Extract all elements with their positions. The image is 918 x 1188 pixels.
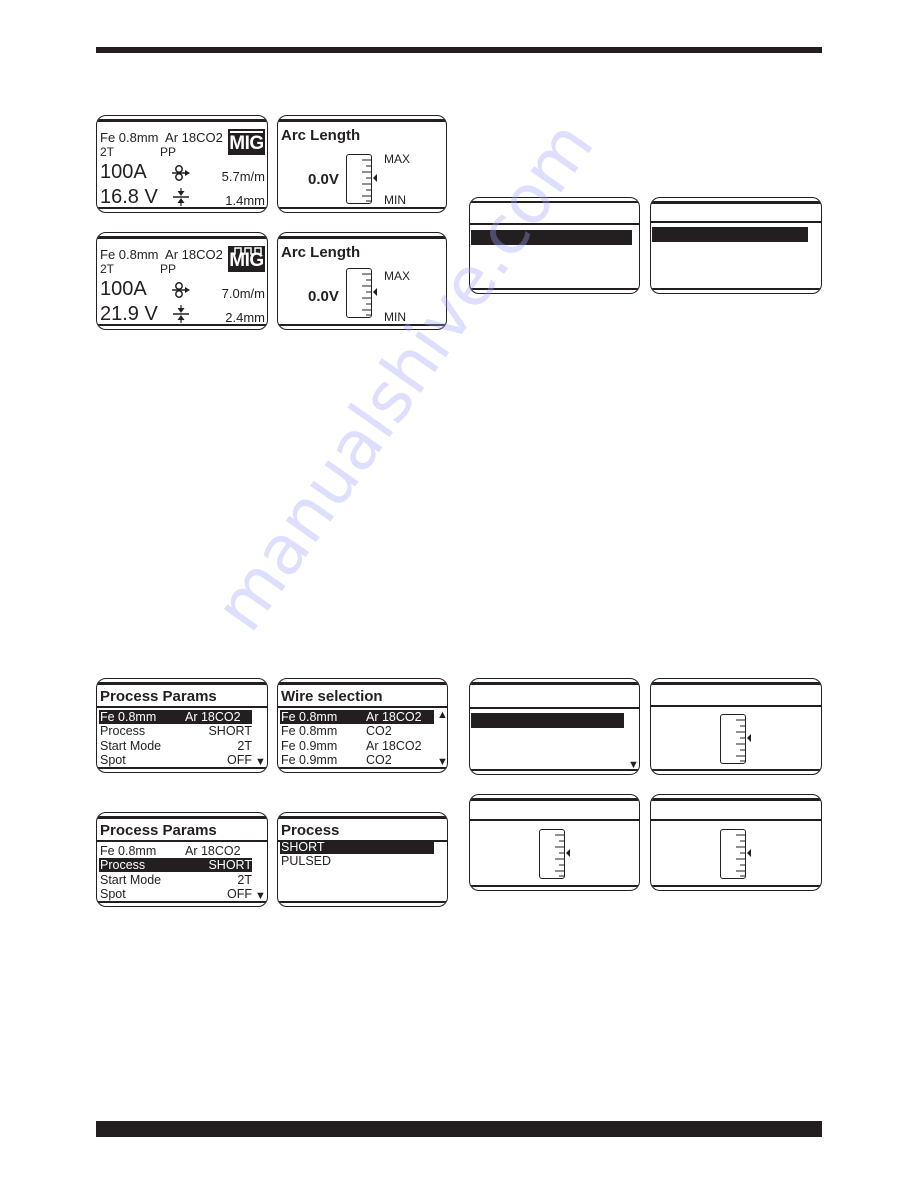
screen-title: Arc Length bbox=[281, 127, 361, 144]
wire-feed-icon bbox=[171, 164, 191, 182]
current-value: 100A bbox=[100, 161, 147, 183]
page-footer-rule bbox=[96, 1121, 822, 1137]
wire-label: Fe 0.8mm bbox=[100, 247, 159, 262]
process-params-screen: Process Params Fe 0.8mm Ar 18CO2 Process… bbox=[96, 678, 268, 773]
screen-title: Process bbox=[281, 822, 340, 839]
scroll-down-icon[interactable]: ▼ bbox=[437, 757, 447, 768]
process-select-screen: Process SHORT PULSED bbox=[277, 812, 448, 907]
wire-gas-line: Fe 0.8mm Ar 18CO2 bbox=[100, 130, 223, 145]
scroll-up-icon[interactable]: ▲ bbox=[437, 710, 447, 721]
arc-length-value: 0.0V bbox=[308, 171, 339, 188]
wire-gas-line: Fe 0.8mm Ar 18CO2 bbox=[100, 247, 223, 262]
pulse-mode: PP bbox=[160, 145, 177, 159]
mig-short-icon: MIG bbox=[228, 129, 265, 155]
screen-title: Process Params bbox=[100, 822, 217, 839]
gauge-scale-icon bbox=[736, 834, 751, 877]
current-value: 100A bbox=[100, 278, 147, 300]
arc-length-value: 0.0V bbox=[308, 288, 339, 305]
blank-gauge-screen bbox=[650, 678, 822, 775]
gauge-pointer bbox=[373, 288, 377, 296]
gauge-pointer bbox=[747, 849, 751, 857]
blank-gauge-screen bbox=[650, 794, 822, 891]
gauge-pointer bbox=[566, 849, 570, 857]
process-params-screen: Process Params Fe 0.8mm Ar 18CO2 Process… bbox=[96, 812, 268, 907]
wire-selection-screen: Wire selection Fe 0.8mm Ar 18CO2 Fe 0.8m… bbox=[277, 678, 448, 773]
menu-item[interactable]: Process SHORT bbox=[99, 858, 252, 872]
min-label: MIN bbox=[384, 193, 406, 207]
list-item[interactable]: Fe 0.8mm CO2 bbox=[280, 724, 434, 738]
menu-item[interactable]: Start Mode 2T bbox=[99, 873, 252, 887]
blank-menu-screen bbox=[650, 197, 822, 294]
gauge-scale-icon bbox=[362, 273, 377, 316]
gauge-pointer bbox=[373, 174, 377, 182]
menu-item[interactable]: Start Mode 2T bbox=[99, 739, 252, 753]
option-short[interactable]: SHORT bbox=[280, 840, 434, 854]
list-item[interactable]: Fe 0.9mm Ar 18CO2 bbox=[280, 739, 434, 753]
list-item[interactable]: Fe 0.8mm Ar 18CO2 bbox=[280, 710, 434, 724]
mode-line: 2T PP bbox=[100, 262, 220, 276]
blank-menu-screen: ▼ bbox=[469, 678, 640, 775]
trigger-mode: 2T bbox=[100, 145, 115, 159]
mode-line: 2T PP bbox=[100, 145, 220, 159]
screen-title: Process Params bbox=[100, 688, 217, 705]
gauge-scale-icon bbox=[362, 159, 377, 202]
list-item[interactable]: Fe 0.9mm CO2 bbox=[280, 753, 434, 767]
gauge-pointer bbox=[747, 734, 751, 742]
wire-feed-icon bbox=[171, 281, 191, 299]
max-label: MAX bbox=[384, 152, 411, 166]
stickout-value: 2.4mm bbox=[225, 310, 265, 325]
min-label: MIN bbox=[384, 310, 406, 324]
blank-gauge-screen bbox=[469, 794, 640, 891]
voltage-value: 16.8 V bbox=[100, 186, 158, 208]
mig-pulse-icon: MIG bbox=[228, 246, 265, 272]
blank-menu-screen bbox=[469, 197, 640, 294]
home-screen-short: Fe 0.8mm Ar 18CO2 MIG 2T PP 100A 16.8 V … bbox=[96, 115, 268, 213]
highlight-bar bbox=[652, 227, 808, 242]
highlight-bar bbox=[471, 713, 624, 728]
gas-label: Ar 18CO2 bbox=[165, 130, 223, 145]
scroll-down-icon[interactable]: ▼ bbox=[255, 891, 266, 902]
menu-item[interactable]: Fe 0.8mm Ar 18CO2 bbox=[99, 844, 252, 858]
stickout-icon bbox=[171, 188, 191, 206]
menu-item[interactable]: Spot OFF bbox=[99, 887, 252, 901]
arc-length-screen: Arc Length 0.0V MAX MIN bbox=[277, 115, 447, 213]
wire-feed-speed: 7.0m/m bbox=[221, 286, 265, 301]
screen-title: Wire selection bbox=[281, 688, 383, 705]
scroll-down-icon[interactable]: ▼ bbox=[628, 759, 639, 771]
menu-item[interactable]: Process SHORT bbox=[99, 724, 252, 738]
home-screen-pulse: Fe 0.8mm Ar 18CO2 MIG 2T PP 100A 21.9 V … bbox=[96, 232, 268, 330]
voltage-value: 21.9 V bbox=[100, 303, 158, 325]
wire-label: Fe 0.8mm bbox=[100, 130, 159, 145]
menu-item[interactable]: Spot OFF bbox=[99, 753, 252, 767]
gas-label: Ar 18CO2 bbox=[165, 247, 223, 262]
trigger-mode: 2T bbox=[100, 262, 115, 276]
wire-feed-speed: 5.7m/m bbox=[221, 169, 265, 184]
arc-length-screen: Arc Length 0.0V MAX MIN bbox=[277, 232, 447, 330]
pulse-mode: PP bbox=[160, 262, 177, 276]
stickout-value: 1.4mm bbox=[225, 193, 265, 208]
stickout-icon bbox=[171, 305, 191, 323]
gauge-scale-icon bbox=[736, 719, 751, 762]
highlight-bar bbox=[471, 230, 632, 245]
page-header-rule bbox=[96, 47, 822, 53]
screen-title: Arc Length bbox=[281, 244, 361, 261]
max-label: MAX bbox=[384, 269, 411, 283]
menu-item[interactable]: Fe 0.8mm Ar 18CO2 bbox=[99, 710, 252, 724]
option-pulsed[interactable]: PULSED bbox=[280, 854, 434, 868]
scroll-down-icon[interactable]: ▼ bbox=[255, 757, 266, 768]
gauge-scale-icon bbox=[555, 834, 570, 877]
